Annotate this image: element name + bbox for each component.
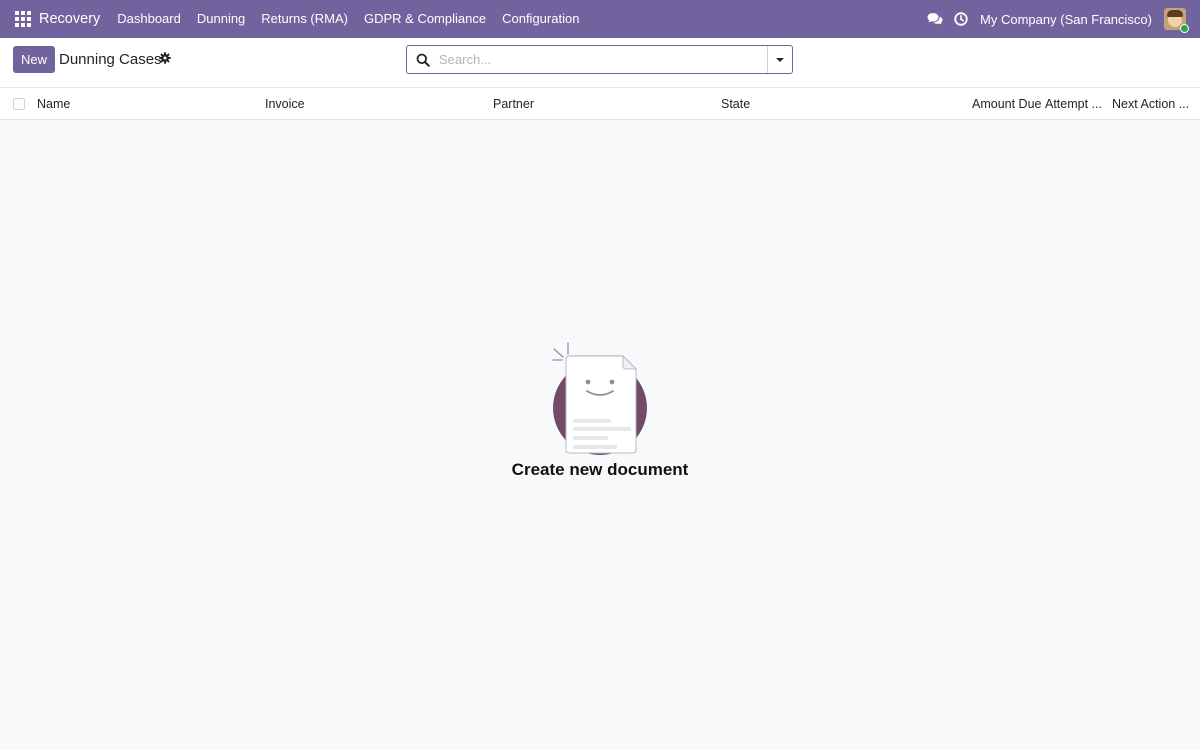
caret-down-icon bbox=[776, 57, 784, 62]
menu-item-configuration[interactable]: Configuration bbox=[494, 0, 587, 38]
select-all-checkbox[interactable] bbox=[13, 98, 25, 110]
empty-state-title: Create new document bbox=[511, 460, 689, 479]
column-header-partner[interactable]: Partner bbox=[493, 97, 534, 111]
search-bar bbox=[406, 45, 793, 74]
empty-document-illustration bbox=[552, 342, 647, 455]
app-name[interactable]: Recovery bbox=[39, 11, 100, 27]
company-switcher[interactable]: My Company (San Francisco) bbox=[980, 12, 1152, 27]
page-title: Dunning Cases bbox=[59, 51, 162, 68]
column-header-state[interactable]: State bbox=[721, 97, 750, 111]
search-icon bbox=[416, 53, 430, 67]
column-header-amount-due[interactable]: Amount Due bbox=[972, 97, 1041, 111]
navbar-right: My Company (San Francisco) bbox=[926, 0, 1200, 38]
menu-item-dunning[interactable]: Dunning bbox=[189, 0, 253, 38]
search-input[interactable] bbox=[439, 52, 759, 67]
chat-icon[interactable] bbox=[926, 10, 944, 28]
list-header: Name Invoice Partner State Amount Due At… bbox=[0, 88, 1200, 120]
grid-icon[interactable] bbox=[15, 11, 31, 27]
new-button[interactable]: New bbox=[13, 46, 55, 73]
main-menu: Dashboard Dunning Returns (RMA) GDPR & C… bbox=[109, 0, 587, 38]
empty-state: Create new document bbox=[0, 120, 1200, 750]
column-header-invoice[interactable]: Invoice bbox=[265, 97, 305, 111]
menu-item-dashboard[interactable]: Dashboard bbox=[109, 0, 189, 38]
top-navbar: Recovery Dashboard Dunning Returns (RMA)… bbox=[0, 0, 1200, 38]
menu-item-gdpr[interactable]: GDPR & Compliance bbox=[356, 0, 494, 38]
column-header-next-action[interactable]: Next Action ... bbox=[1112, 97, 1189, 111]
gear-icon[interactable] bbox=[159, 52, 171, 64]
online-status-dot bbox=[1180, 24, 1189, 33]
user-avatar[interactable] bbox=[1164, 8, 1189, 33]
column-header-attempt[interactable]: Attempt ... bbox=[1045, 97, 1102, 111]
control-panel: New Dunning Cases bbox=[0, 38, 1200, 88]
search-options-toggle[interactable] bbox=[767, 46, 792, 73]
column-header-name[interactable]: Name bbox=[37, 97, 70, 111]
clock-icon[interactable] bbox=[952, 10, 970, 28]
menu-item-returns[interactable]: Returns (RMA) bbox=[253, 0, 356, 38]
